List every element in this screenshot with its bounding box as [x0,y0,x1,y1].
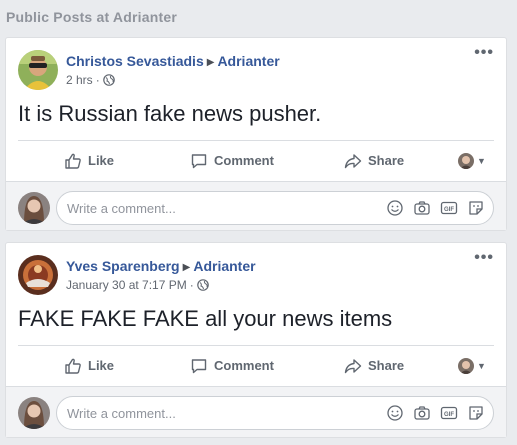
caret-down-icon: ▼ [477,155,486,166]
caret-down-icon: ▼ [477,360,486,371]
comment-tools: GIF [386,404,485,422]
like-label: Like [88,358,115,373]
gif-icon[interactable]: GIF [440,404,458,422]
author-avatar[interactable] [18,50,58,90]
like-icon [64,152,82,170]
globe-icon [102,74,115,86]
like-button[interactable]: Like [64,357,114,375]
post-meta: 2 hrs · [66,73,115,87]
post-text: It is Russian fake news pusher. [18,101,322,126]
author-line: Christos Sevastiadis ▶ Adrianter [66,53,280,69]
page-name[interactable]: Adrianter [193,258,255,274]
comment-label: Comment [214,153,274,168]
emoji-icon[interactable] [386,404,404,422]
camera-icon[interactable] [413,199,431,217]
avatar [458,152,474,169]
sticker-icon[interactable] [467,199,485,217]
globe-icon [196,279,209,291]
author-name[interactable]: Christos Sevastiadis [66,53,204,69]
sticker-icon[interactable] [467,404,485,422]
like-button[interactable]: Like [64,152,114,170]
post-card: Yves Sparenberg ▶ Adrianter January 30 at … [5,242,507,438]
action-bar: Like Comment Share ▼ [18,345,494,385]
post-card: Christos Sevastiadis ▶ Adrianter 2 hrs · •… [5,37,507,231]
share-icon [344,152,362,170]
post-timestamp[interactable]: 2 hrs [66,73,93,87]
action-bar: Like Comment Share ▼ [18,140,494,180]
share-button[interactable]: Share [344,152,404,170]
avatar [18,192,50,224]
comment-icon [190,357,208,375]
like-icon [64,357,82,375]
audience-selector[interactable]: ▼ [458,152,486,169]
comment-input[interactable] [67,192,367,224]
camera-icon[interactable] [413,404,431,422]
comment-composer: GIF [6,386,506,437]
comment-tools: GIF [386,199,485,217]
audience-selector[interactable]: ▼ [458,357,486,374]
share-label: Share [368,153,405,168]
separator: · [95,73,100,87]
more-icon[interactable]: ••• [474,250,494,266]
post-meta: January 30 at 7:17 PM · [66,278,209,292]
like-label: Like [88,153,115,168]
share-label: Share [368,358,405,373]
avatar [458,357,474,374]
arrow-right-icon: ▶ [206,57,215,68]
comment-button[interactable]: Comment [190,152,274,170]
author-line: Yves Sparenberg ▶ Adrianter [66,258,256,274]
more-icon[interactable]: ••• [474,45,494,61]
post-timestamp[interactable]: January 30 at 7:17 PM [66,278,187,292]
emoji-icon[interactable] [386,199,404,217]
section-title: Public Posts at Adrianter [6,9,177,25]
author-avatar[interactable] [18,255,58,295]
separator: · [189,278,194,292]
comment-label: Comment [214,358,274,373]
avatar [18,397,50,429]
svg-text:GIF: GIF [444,207,454,213]
comment-input-wrapper: GIF [56,191,494,225]
post-text: FAKE FAKE FAKE all your news items [18,306,393,331]
share-button[interactable]: Share [344,357,404,375]
comment-composer: GIF [6,181,506,230]
svg-text:GIF: GIF [444,412,454,418]
comment-button[interactable]: Comment [190,357,274,375]
arrow-right-icon: ▶ [182,262,191,273]
comment-input[interactable] [67,397,367,429]
gif-icon[interactable]: GIF [440,199,458,217]
comment-input-wrapper: GIF [56,396,494,430]
author-name[interactable]: Yves Sparenberg [66,258,180,274]
comment-icon [190,152,208,170]
page-name[interactable]: Adrianter [217,53,279,69]
share-icon [344,357,362,375]
